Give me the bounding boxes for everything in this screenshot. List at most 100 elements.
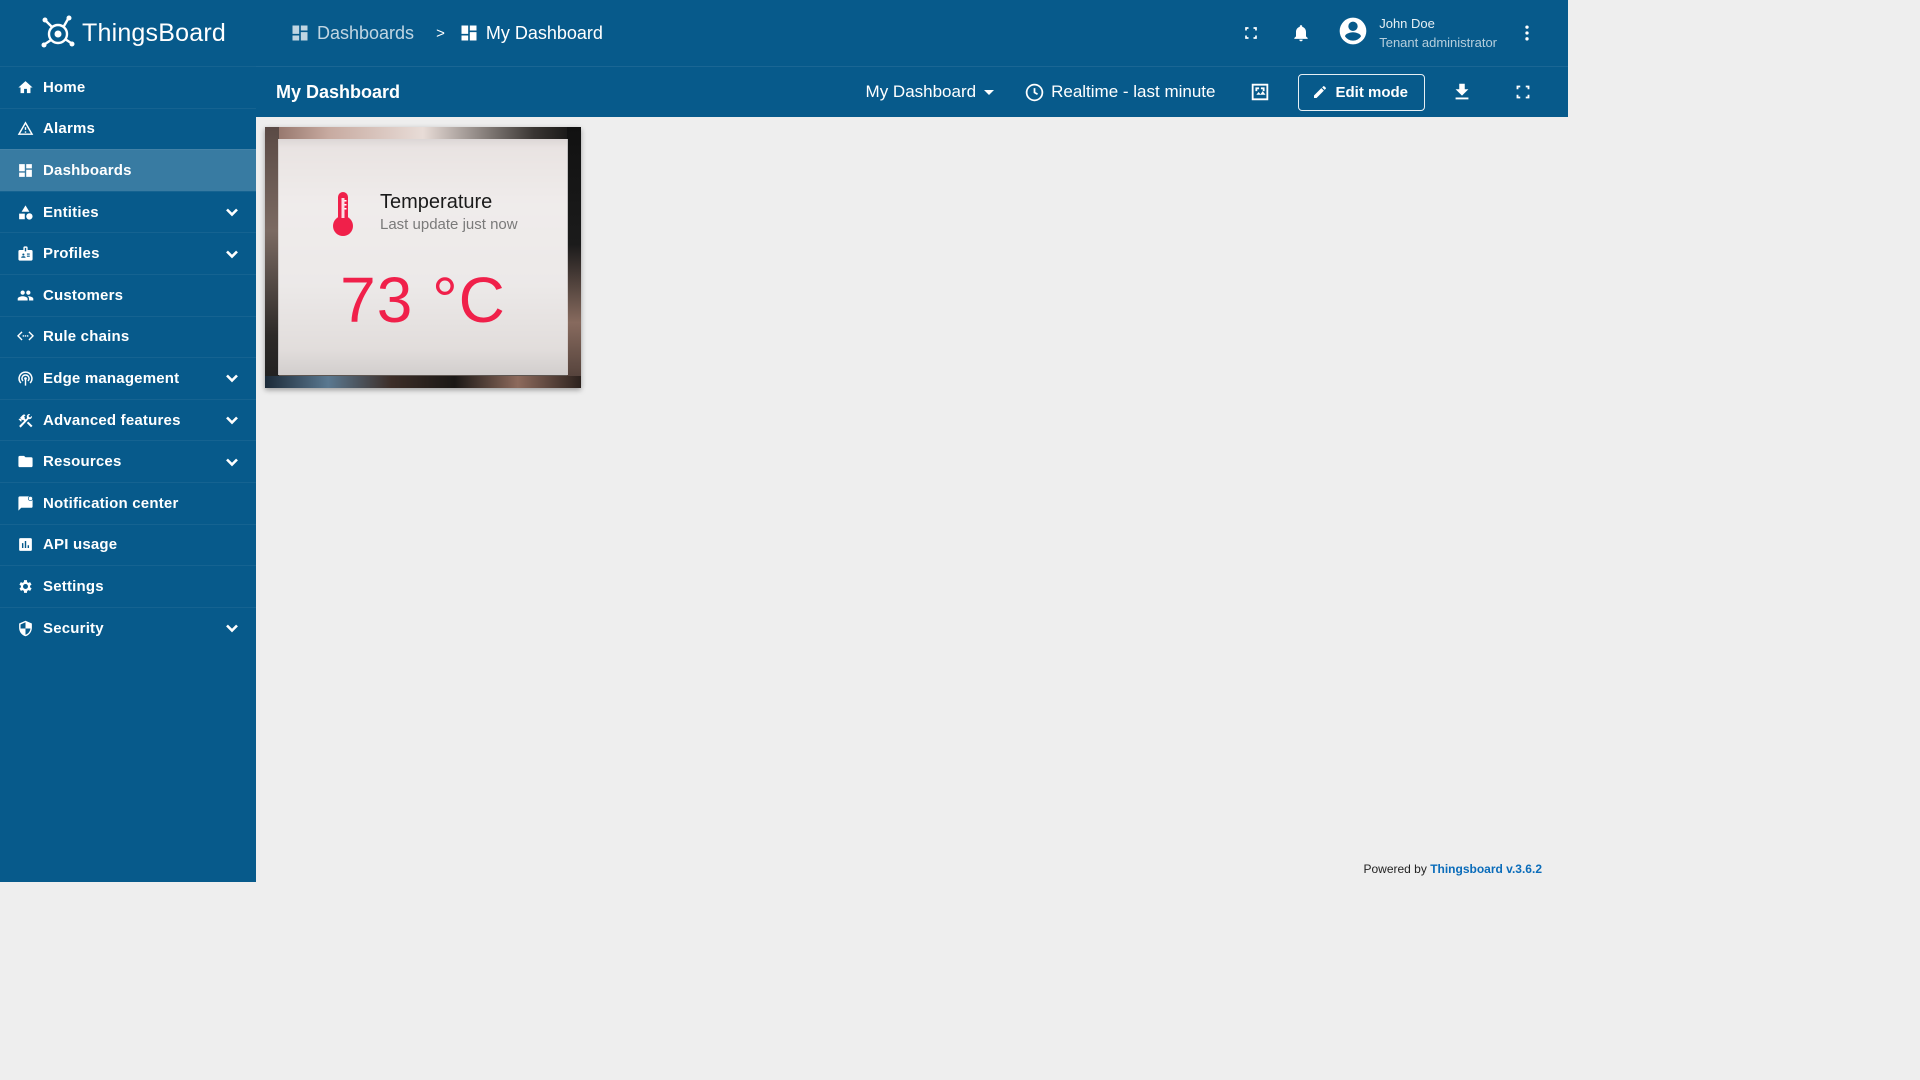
sidebar-item-notification-center[interactable]: Notification center xyxy=(0,481,256,524)
app-name: ThingsBoard xyxy=(82,18,226,47)
sidebar-item-dashboards[interactable]: Dashboards xyxy=(0,149,256,191)
sidebar-item-label: Security xyxy=(43,619,104,637)
sidebar-item-profiles[interactable]: Profiles xyxy=(0,232,256,274)
timewindow-button[interactable]: Realtime - last minute xyxy=(1024,82,1215,103)
temperature-value: 73 °C xyxy=(340,264,506,336)
sidebar-item-resources[interactable]: Resources xyxy=(0,440,256,482)
widget-header: Temperature Last update just now xyxy=(330,191,518,242)
settings-ethernet-icon xyxy=(17,328,34,345)
sidebar-item-alarms[interactable]: Alarms xyxy=(0,107,256,150)
sidebar-item-label: Advanced features xyxy=(43,411,181,429)
sidebar-item-label: Rule chains xyxy=(43,328,130,346)
sidebar-item-api-usage[interactable]: API usage xyxy=(0,523,256,566)
widget-card: Temperature Last update just now 73 °C xyxy=(278,139,568,375)
sidebar-item-customers[interactable]: Customers xyxy=(0,273,256,316)
footer-version-link[interactable]: Thingsboard v.3.6.2 xyxy=(1430,862,1542,876)
sidebar-item-label: Settings xyxy=(43,577,104,595)
arrow-drop-down-icon xyxy=(984,89,995,95)
fullscreen-button[interactable] xyxy=(1239,21,1263,45)
dashboard-fullscreen-button[interactable] xyxy=(1511,80,1535,104)
notification-icon xyxy=(17,495,34,512)
folder-icon xyxy=(17,453,34,470)
construction-icon xyxy=(17,412,34,429)
user-menu[interactable]: John Doe Tenant administrator xyxy=(1337,14,1497,52)
account-circle-icon xyxy=(1337,15,1369,52)
timewindow-label: Realtime - last minute xyxy=(1051,82,1216,101)
chevron-down-icon[interactable] xyxy=(224,370,240,386)
sidebar-item-label: API usage xyxy=(43,536,118,554)
fullscreen-icon xyxy=(1245,27,1258,39)
dashboard-select-value: My Dashboard xyxy=(865,82,977,101)
fullscreen-icon xyxy=(1516,85,1530,99)
widget-subtitle: Last update just now xyxy=(380,216,518,233)
sidebar-nav: Home Alarms Dashboards Entities Profiles… xyxy=(0,66,256,648)
dashboard-toolbar: My Dashboard My Dashboard Realtime - las… xyxy=(256,66,1568,117)
sidebar-item-label: Profiles xyxy=(43,245,100,263)
sidebar: ThingsBoard Home Alarms Dashboards Entit… xyxy=(0,0,256,882)
temperature-widget[interactable]: Temperature Last update just now 73 °C xyxy=(265,127,581,388)
breadcrumb-my-dashboard: My Dashboard xyxy=(459,23,603,44)
gear-icon xyxy=(17,578,34,595)
sidebar-item-settings[interactable]: Settings xyxy=(0,565,256,607)
top-bar-actions: John Doe Tenant administrator xyxy=(1239,0,1568,66)
category-icon xyxy=(17,204,34,221)
more-vert-icon xyxy=(1525,25,1529,41)
footer-prefix: Powered by xyxy=(1363,862,1427,876)
sidebar-item-label: Home xyxy=(43,78,86,96)
app-logo[interactable]: ThingsBoard xyxy=(0,0,256,66)
people-icon xyxy=(17,287,34,304)
dashboard-icon xyxy=(292,25,308,41)
thermometer-icon xyxy=(330,191,356,242)
image-export-icon xyxy=(1252,83,1269,101)
sidebar-item-entities[interactable]: Entities xyxy=(0,190,256,233)
export-image-button[interactable] xyxy=(1248,80,1272,104)
chevron-down-icon[interactable] xyxy=(224,412,240,428)
user-name: John Doe xyxy=(1379,16,1435,31)
more-menu-button[interactable] xyxy=(1515,21,1539,45)
breadcrumb-label: Dashboards xyxy=(317,22,415,43)
notifications-button[interactable] xyxy=(1289,21,1313,45)
sidebar-item-security[interactable]: Security xyxy=(0,606,256,649)
sidebar-item-rule-chains[interactable]: Rule chains xyxy=(0,315,256,358)
breadcrumb-dashboards[interactable]: Dashboards xyxy=(290,23,414,44)
warning-icon xyxy=(17,120,34,137)
chevron-down-icon[interactable] xyxy=(224,454,240,470)
sidebar-item-label: Entities xyxy=(43,203,99,221)
chevron-down-icon[interactable] xyxy=(224,620,240,636)
edit-mode-button[interactable]: Edit mode xyxy=(1298,73,1425,111)
download-button[interactable] xyxy=(1450,80,1474,104)
sidebar-item-label: Customers xyxy=(43,286,124,304)
sidebar-item-home[interactable]: Home xyxy=(0,66,256,108)
thingsboard-logo-icon xyxy=(41,15,75,48)
chevron-down-icon[interactable] xyxy=(224,246,240,262)
sidebar-item-edge-management[interactable]: Edge management xyxy=(0,357,256,399)
clock-icon xyxy=(1025,83,1044,101)
widget-background xyxy=(265,376,581,388)
dashboard-select[interactable]: My Dashboard xyxy=(866,82,995,102)
dashboard-title: My Dashboard xyxy=(276,81,401,102)
footer: Powered by Thingsboard v.3.6.2 xyxy=(1363,862,1542,876)
sidebar-item-advanced-features[interactable]: Advanced features xyxy=(0,398,256,441)
sidebar-item-label: Edge management xyxy=(43,369,180,387)
widget-texts: Temperature Last update just now xyxy=(380,191,518,242)
sidebar-item-label: Alarms xyxy=(43,120,96,138)
insert-chart-icon xyxy=(17,536,34,553)
bell-icon xyxy=(1294,25,1308,42)
toolbar-actions: My Dashboard Realtime - last minute Edit… xyxy=(866,67,1568,117)
widget-background xyxy=(265,127,581,139)
widget-title: Temperature xyxy=(380,191,493,213)
widget-background xyxy=(567,127,581,388)
breadcrumb-separator: > xyxy=(436,24,445,42)
chevron-down-icon[interactable] xyxy=(224,204,240,220)
badge-icon xyxy=(17,245,34,262)
edit-mode-label: Edit mode xyxy=(1335,83,1408,101)
top-bar: Dashboards > My Dashboard John Doe Tenan… xyxy=(256,0,1568,66)
shield-icon xyxy=(17,620,34,637)
widget-background xyxy=(265,127,279,388)
user-role: Tenant administrator xyxy=(1379,35,1497,50)
sidebar-item-label: Dashboards xyxy=(43,161,132,179)
sidebar-item-label: Resources xyxy=(43,453,122,471)
dashboard-icon xyxy=(461,25,477,41)
pencil-icon xyxy=(1314,86,1327,98)
download-icon xyxy=(1455,83,1469,100)
